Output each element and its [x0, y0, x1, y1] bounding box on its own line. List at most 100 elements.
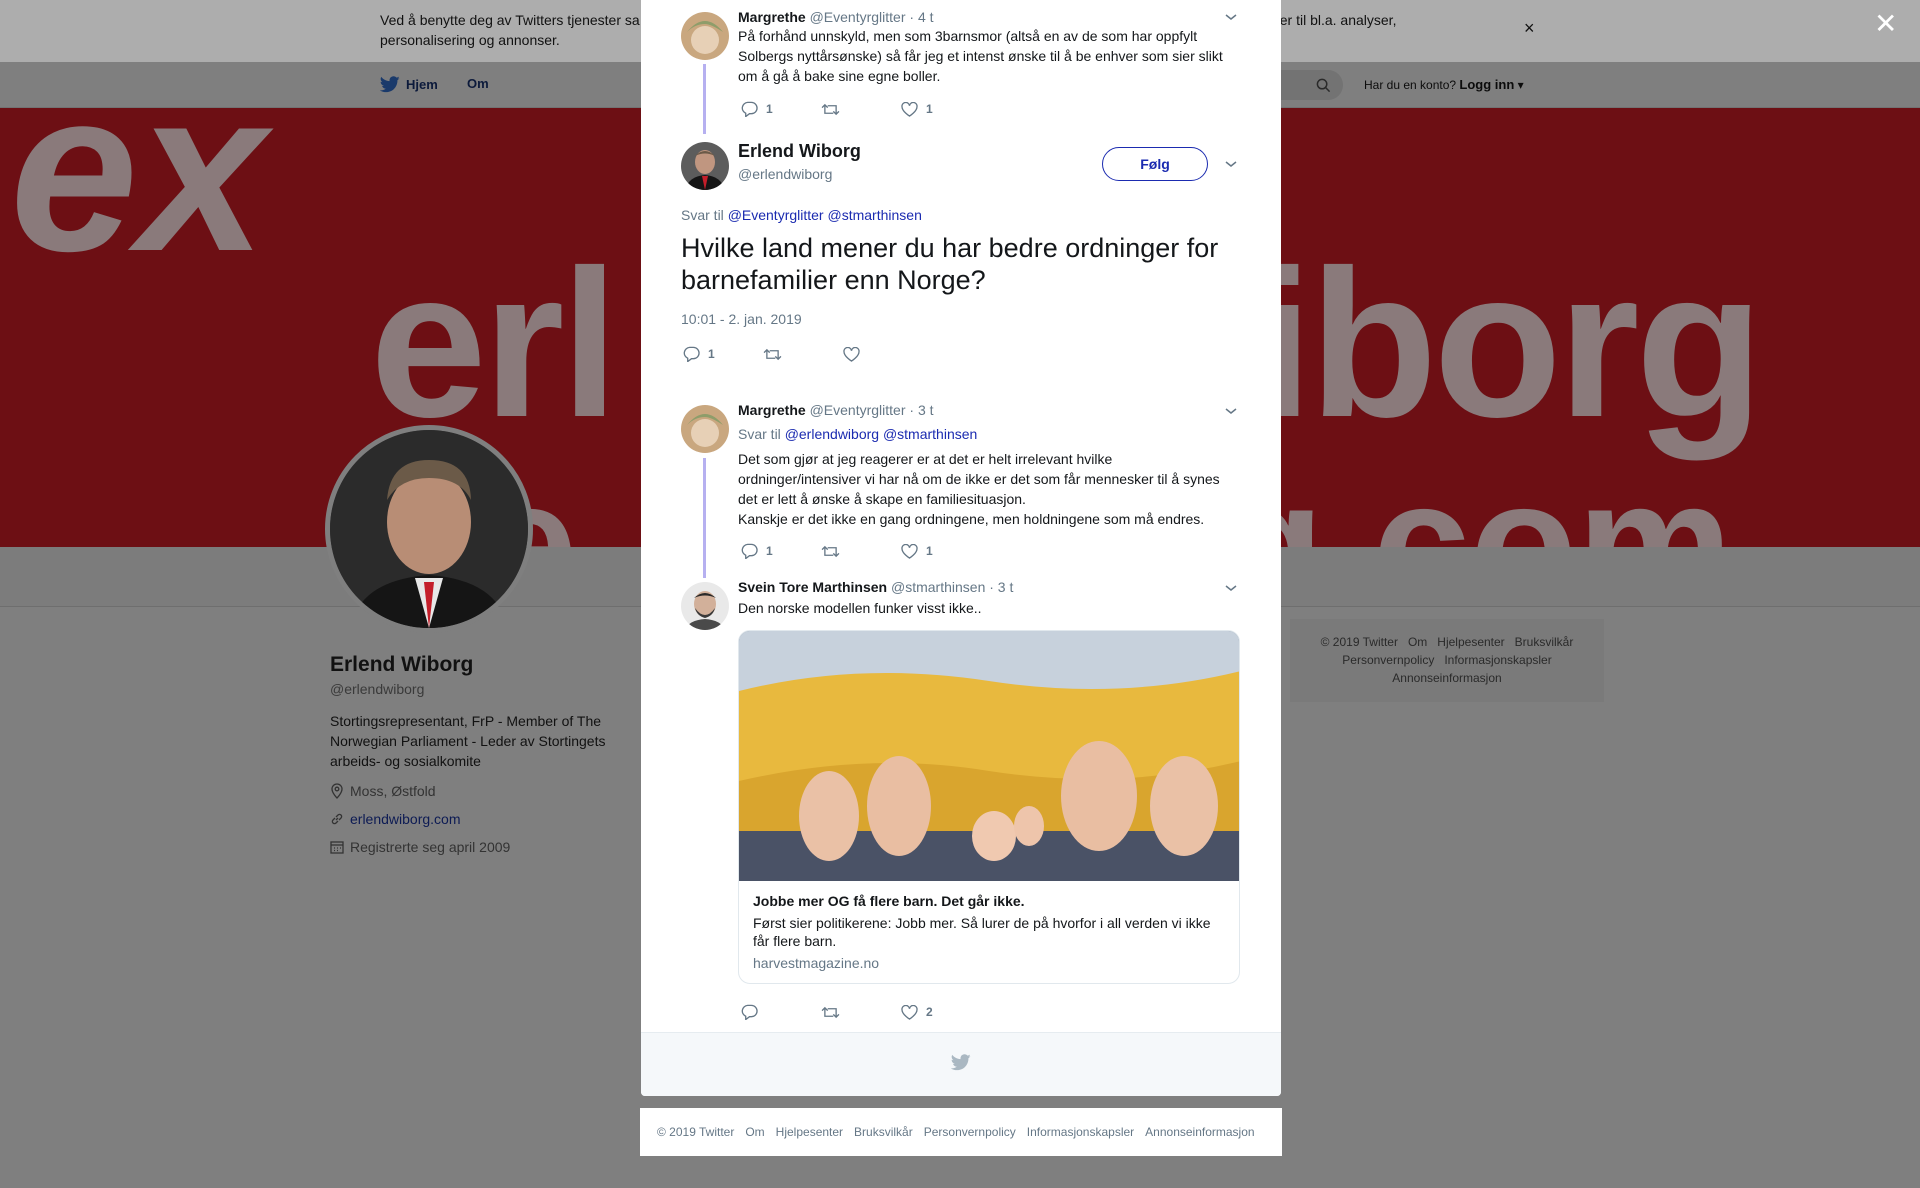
location-icon: [331, 783, 343, 799]
reply-button[interactable]: 1: [683, 346, 763, 362]
login-prompt: Har du en konto?: [1364, 78, 1457, 92]
retweet-icon: [821, 1006, 840, 1018]
nav-about[interactable]: Om: [467, 76, 489, 91]
side-footer-copyright: © 2019 Twitter: [1320, 635, 1398, 649]
card-title: Jobbe mer OG få flere barn. Det går ikke…: [753, 893, 1025, 909]
chevron-down-icon[interactable]: [1224, 10, 1238, 24]
side-footer-help[interactable]: Hjelpesenter: [1437, 635, 1504, 649]
reply-to-label: Svar til: [738, 426, 781, 442]
footer-privacy[interactable]: Personvernpolicy: [924, 1125, 1016, 1139]
tweet-author-handle[interactable]: @stmarthinsen: [891, 579, 985, 595]
like-count: 1: [926, 544, 933, 558]
like-button[interactable]: 2: [901, 1004, 933, 1020]
link-icon: [331, 813, 343, 825]
main-tweet-actions: 1: [683, 346, 860, 362]
retweet-icon: [821, 545, 840, 557]
profile-avatar[interactable]: [325, 425, 533, 633]
tweet-actions: 1 1: [741, 101, 933, 117]
reply-to-mention[interactable]: @stmarthinsen: [828, 207, 922, 223]
avatar-erlend-wiborg[interactable]: [681, 142, 729, 190]
tweet-text-para: Kanskje er det ikke en gang ordningene, …: [738, 511, 1205, 527]
twitter-bird-icon: [380, 76, 400, 93]
reply-button[interactable]: 1: [741, 101, 821, 117]
reply-icon: [741, 543, 758, 559]
side-footer-privacy[interactable]: Personvernpolicy: [1342, 653, 1434, 667]
tweet-header: Svein Tore Marthinsen @stmarthinsen · 3 …: [738, 579, 1013, 595]
chevron-down-icon[interactable]: [1224, 581, 1238, 595]
tweet-author-handle[interactable]: @Eventyrglitter: [810, 9, 906, 25]
reply-to-mention[interactable]: @Eventyrglitter: [728, 207, 824, 223]
profile-handle[interactable]: @erlendwiborg: [330, 681, 424, 697]
side-footer-ads[interactable]: Annonseinformasjon: [1392, 671, 1501, 685]
like-count: 2: [926, 1005, 933, 1019]
tweet-author-name[interactable]: Margrethe: [738, 9, 806, 25]
close-modal-icon[interactable]: ✕: [1874, 10, 1897, 38]
reply-count: 1: [708, 347, 715, 361]
avatar-svein-tore-marthinsen[interactable]: [681, 582, 729, 630]
retweet-icon: [763, 348, 782, 360]
profile-location-label: Moss, Østfold: [350, 783, 436, 799]
chevron-down-icon[interactable]: [1224, 404, 1238, 418]
link-card[interactable]: Jobbe mer OG få flere barn. Det går ikke…: [738, 630, 1240, 984]
retweet-button[interactable]: [821, 1005, 901, 1020]
twitter-bird-icon: [951, 1054, 971, 1071]
like-icon: [901, 543, 918, 559]
cookie-close-icon[interactable]: ×: [1524, 18, 1535, 39]
retweet-button[interactable]: [763, 347, 843, 362]
like-button[interactable]: 1: [901, 543, 933, 559]
profile-bio: Stortingsrepresentant, FrP - Member of T…: [330, 713, 606, 769]
footer-about[interactable]: Om: [745, 1125, 764, 1139]
thread-connector: [703, 458, 706, 578]
like-button[interactable]: [843, 346, 860, 362]
reply-to-mention[interactable]: @erlendwiborg: [785, 426, 879, 442]
profile-website[interactable]: erlendwiborg.com: [330, 811, 461, 827]
main-tweet-timestamp[interactable]: 10:01 - 2. jan. 2019: [681, 311, 802, 327]
login-link[interactable]: Logg inn: [1459, 77, 1514, 92]
reply-count: 1: [766, 102, 773, 116]
tweet-author-name[interactable]: Svein Tore Marthinsen: [738, 579, 887, 595]
banner-logo: ex: [10, 108, 266, 299]
main-tweet-author-name[interactable]: Erlend Wiborg: [738, 141, 861, 162]
retweet-button[interactable]: [821, 102, 901, 117]
avatar-margrethe[interactable]: [681, 12, 729, 60]
tweet-text: Den norske modellen funker visst ikke..: [738, 600, 982, 616]
reply-button[interactable]: [741, 1004, 821, 1020]
footer-terms[interactable]: Bruksvilkår: [854, 1125, 913, 1139]
tweet-thread-modal: Margrethe @Eventyrglitter · 4 t På forhå…: [641, 0, 1281, 1096]
nav-home[interactable]: Hjem: [380, 76, 438, 93]
reply-icon: [741, 101, 758, 117]
avatar-margrethe[interactable]: [681, 405, 729, 453]
login-area[interactable]: Har du en konto? Logg inn ▾: [1364, 77, 1524, 92]
footer-help[interactable]: Hjelpesenter: [776, 1125, 843, 1139]
tweet-author-name[interactable]: Margrethe: [738, 402, 806, 418]
tweet-author-handle[interactable]: @Eventyrglitter: [810, 402, 906, 418]
tweet-text: På forhånd unnskyld, men som 3barnsmor (…: [738, 28, 1223, 84]
profile-website-link[interactable]: erlendwiborg.com: [350, 811, 461, 827]
retweet-button[interactable]: [821, 544, 901, 559]
reply-count: 1: [766, 544, 773, 558]
profile-location: Moss, Østfold: [330, 783, 436, 799]
main-tweet-author-handle[interactable]: @erlendwiborg: [738, 166, 832, 182]
side-footer-terms[interactable]: Bruksvilkår: [1515, 635, 1574, 649]
tweet-time[interactable]: · 4 t: [909, 9, 933, 25]
reply-to-line: Svar til @erlendwiborg @stmarthinsen: [738, 426, 977, 442]
side-footer-about[interactable]: Om: [1408, 635, 1427, 649]
like-button[interactable]: 1: [901, 101, 933, 117]
tweet-time[interactable]: · 3 t: [909, 402, 933, 418]
reply-button[interactable]: 1: [741, 543, 821, 559]
tweet-header: Margrethe @Eventyrglitter · 4 t: [738, 9, 934, 25]
thread-connector: [703, 64, 706, 134]
tweet-time[interactable]: · 3 t: [989, 579, 1013, 595]
footer-cookies[interactable]: Informasjonskapsler: [1027, 1125, 1134, 1139]
footer-ads[interactable]: Annonseinformasjon: [1145, 1125, 1254, 1139]
chevron-down-icon[interactable]: [1224, 157, 1238, 171]
profile-name[interactable]: Erlend Wiborg: [330, 653, 473, 677]
reply-to-mention[interactable]: @stmarthinsen: [883, 426, 977, 442]
reply-to-label: Svar til: [681, 207, 724, 223]
side-footer-cookies[interactable]: Informasjonskapsler: [1444, 653, 1551, 667]
footer-copyright: © 2019 Twitter: [657, 1125, 735, 1139]
card-description: Først sier politikerene: Jobb mer. Så lu…: [753, 915, 1211, 949]
search-icon: [1316, 78, 1331, 93]
tweet-header: Margrethe @Eventyrglitter · 3 t: [738, 402, 934, 418]
follow-button[interactable]: Følg: [1102, 147, 1208, 181]
